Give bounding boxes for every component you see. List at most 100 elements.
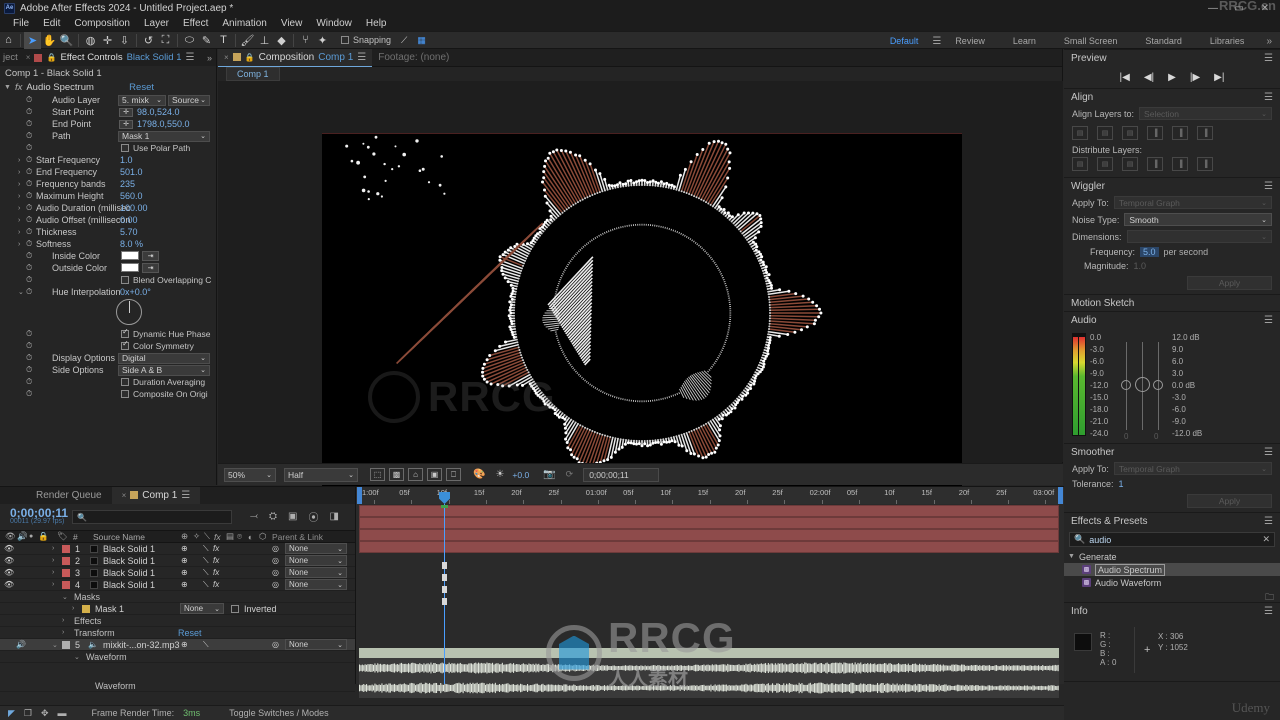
reset-exposure-icon[interactable]: ⟳ [566, 469, 574, 480]
label-icon[interactable]: 🏷 [57, 531, 68, 542]
effect-property-row[interactable]: › ⏱ End Frequency 501.0 [0, 166, 217, 178]
property-checkbox[interactable] [121, 144, 129, 152]
effect-property-row[interactable]: › ⏱ Audio Duration (millisec 100.00 [0, 202, 217, 214]
layer-switch-collapse-icon[interactable]: ⊕ [181, 556, 188, 565]
viewer-timecode[interactable]: 0;00;00;11 [583, 467, 660, 482]
prev-frame-button[interactable]: ◀| [1144, 72, 1154, 83]
keyframe-marker[interactable] [442, 586, 447, 593]
new-folder-icon[interactable]: 🗀 [1265, 590, 1274, 606]
home-icon[interactable]: ⌂ [0, 32, 17, 49]
effect-property-row[interactable]: ⏱ Inside Color ⇥ [0, 250, 217, 262]
preview-panel-menu-icon[interactable]: ☰ [1264, 53, 1273, 64]
stopwatch-icon[interactable]: ⏱ [26, 377, 32, 387]
sublayer-disclosure-icon[interactable]: ⌄ [62, 593, 68, 601]
effect-item-audio-spectrum[interactable]: ▩ Audio Spectrum [1064, 563, 1280, 576]
stopwatch-icon[interactable]: ⏱ [26, 155, 32, 165]
exposure-value[interactable]: +0.0 [512, 470, 529, 480]
hand-tool-icon[interactable]: ✋ [41, 32, 58, 49]
audio-slider-knob-left[interactable] [1121, 380, 1131, 390]
property-value[interactable]: 0.00 [120, 215, 138, 225]
layer-label-color[interactable] [62, 569, 70, 577]
property-dropdown[interactable]: Side A & B ⌄ [118, 364, 210, 376]
snapping-checkbox[interactable] [341, 36, 349, 44]
layer-switch-quality-icon[interactable]: ⟍ [203, 544, 209, 554]
wiggler-dimensions-select[interactable]: ⌄ [1126, 230, 1272, 243]
switch-3d-icon[interactable]: ⬡ [259, 531, 266, 542]
layer-row[interactable]: 👁 › 4 Black Solid 1 ⊕ ⟍ fx ◎ None ⌄ [0, 579, 355, 591]
distribute-vcenter-icon[interactable]: ▤ [1097, 157, 1113, 171]
menu-effect[interactable]: Effect [176, 16, 215, 31]
transform-reset-button[interactable]: Reset [178, 628, 202, 638]
align-vcenter-icon[interactable]: ▐ [1172, 126, 1188, 140]
layer-switches-icon[interactable]: ▬ [58, 708, 67, 718]
parent-pickwhip-icon[interactable]: ◎ [272, 556, 279, 565]
mask-color-swatch[interactable] [82, 605, 90, 613]
audio-waveform-bar[interactable] [359, 658, 1061, 698]
audio-layer-row[interactable]: 🔊 ⌄ 5 🔈 mixkit-...on-32.mp3 ⊕ ⟍ ◎ None ⌄ [0, 639, 355, 651]
workspace-tab-default[interactable]: Default [876, 32, 933, 50]
effect-item-audio-waveform[interactable]: ▩ Audio Waveform [1064, 576, 1280, 589]
waveform-label[interactable]: Waveform [86, 652, 127, 662]
layer-disclosure-icon[interactable]: › [52, 545, 54, 552]
layer-switch-fx-icon[interactable]: fx [213, 568, 219, 577]
next-frame-button[interactable]: |▶ [1190, 72, 1200, 83]
property-value[interactable]: 0x+0.0° [120, 287, 151, 297]
work-area-start[interactable] [357, 487, 362, 504]
shape-tool-icon[interactable]: ⬭ [181, 32, 198, 49]
sublayer-row[interactable]: › Transform Reset [0, 627, 355, 639]
property-disclosure-icon[interactable]: › [18, 217, 20, 224]
effect-property-row[interactable]: ⏱ Blend Overlapping C [0, 274, 217, 286]
sublayer-disclosure-icon[interactable]: › [62, 629, 64, 636]
grid-snap-icon[interactable]: ▦ [417, 35, 426, 46]
smoother-apply-to-select[interactable]: Temporal Graph ⌄ [1113, 462, 1272, 475]
composition-panel-menu-icon[interactable]: ☰ [357, 52, 366, 63]
align-panel-menu-icon[interactable]: ☰ [1264, 92, 1273, 103]
video-visibility-icon[interactable]: 👁 [5, 531, 16, 542]
switch-collapse-icon[interactable]: ✧ [193, 531, 200, 542]
sublayer-row[interactable]: › Effects [0, 615, 355, 627]
play-button[interactable]: ▶ [1168, 72, 1176, 83]
keyframe-marker[interactable] [442, 574, 447, 581]
effect-property-row[interactable]: ⏱ ⌄ Hue Interpolation 0x+0.0° [0, 286, 217, 298]
switch-motion-blur-icon[interactable]: ⌾ [237, 531, 242, 542]
effect-property-row[interactable]: ⏱ Start Point ✛ 98.0,524.0 [0, 106, 217, 118]
workspace-tab-small-screen[interactable]: Small Screen [1050, 32, 1132, 50]
mask-inverted-checkbox[interactable] [231, 605, 239, 613]
eyedropper-icon[interactable]: ⇥ [142, 263, 159, 273]
switch-frame-blend-icon[interactable]: ▤ [226, 531, 234, 542]
audio-label-color[interactable] [62, 641, 70, 649]
sublayer-label[interactable]: Transform [74, 628, 115, 638]
stopwatch-icon[interactable]: ⏱ [26, 131, 32, 141]
property-checkbox[interactable] [121, 276, 129, 284]
sublayer-row[interactable]: ⌄ Masks [0, 591, 355, 603]
hide-shy-layers-icon[interactable]: ▣ [288, 511, 297, 522]
stopwatch-icon[interactable]: ⏱ [26, 179, 32, 189]
clone-stamp-tool-icon[interactable]: ⊥ [256, 32, 273, 49]
type-tool-icon[interactable]: T [215, 32, 232, 49]
channel-icon[interactable]: 🎨 [473, 469, 485, 480]
switch-shy-icon[interactable]: ⊕ [181, 531, 188, 542]
layer-label-color[interactable] [62, 545, 70, 553]
layer-visibility-icon[interactable]: 👁 [4, 580, 14, 589]
parent-link-select[interactable]: None ⌄ [285, 555, 347, 566]
effect-controls-tab-label[interactable]: Effect Controls [60, 52, 122, 63]
align-top-icon[interactable]: ▐ [1147, 126, 1163, 140]
waveform-disclosure-icon[interactable]: ⌄ [74, 653, 80, 661]
switch-effects-icon[interactable]: fx [214, 532, 221, 542]
timeline-playhead[interactable] [444, 504, 445, 684]
mask-view-icon[interactable]: ⌂ [408, 468, 423, 481]
align-bottom-icon[interactable]: ▐ [1197, 126, 1213, 140]
orbit-tool-icon[interactable]: ◍ [82, 32, 99, 49]
sublayer-label[interactable]: Masks [74, 592, 100, 602]
wiggler-apply-button[interactable]: Apply [1187, 276, 1272, 290]
mask-label[interactable]: Mask 1 [95, 604, 124, 614]
composition-canvas[interactable] [322, 133, 962, 493]
menu-file[interactable]: File [6, 16, 36, 31]
effect-reset-button[interactable]: Reset [129, 82, 154, 93]
parent-pickwhip-icon[interactable]: ◎ [272, 568, 279, 577]
timeline-ruler[interactable]: 1:00f 05f 10f 15f 20f 25f 01:00f 05f 10f 15f 20f 25… [355, 487, 1064, 504]
property-disclosure-icon[interactable]: ⌄ [18, 288, 24, 296]
stopwatch-icon[interactable]: ⏱ [26, 167, 32, 177]
timeline-panel-menu-icon[interactable]: ☰ [181, 487, 190, 504]
menu-animation[interactable]: Animation [215, 16, 273, 31]
